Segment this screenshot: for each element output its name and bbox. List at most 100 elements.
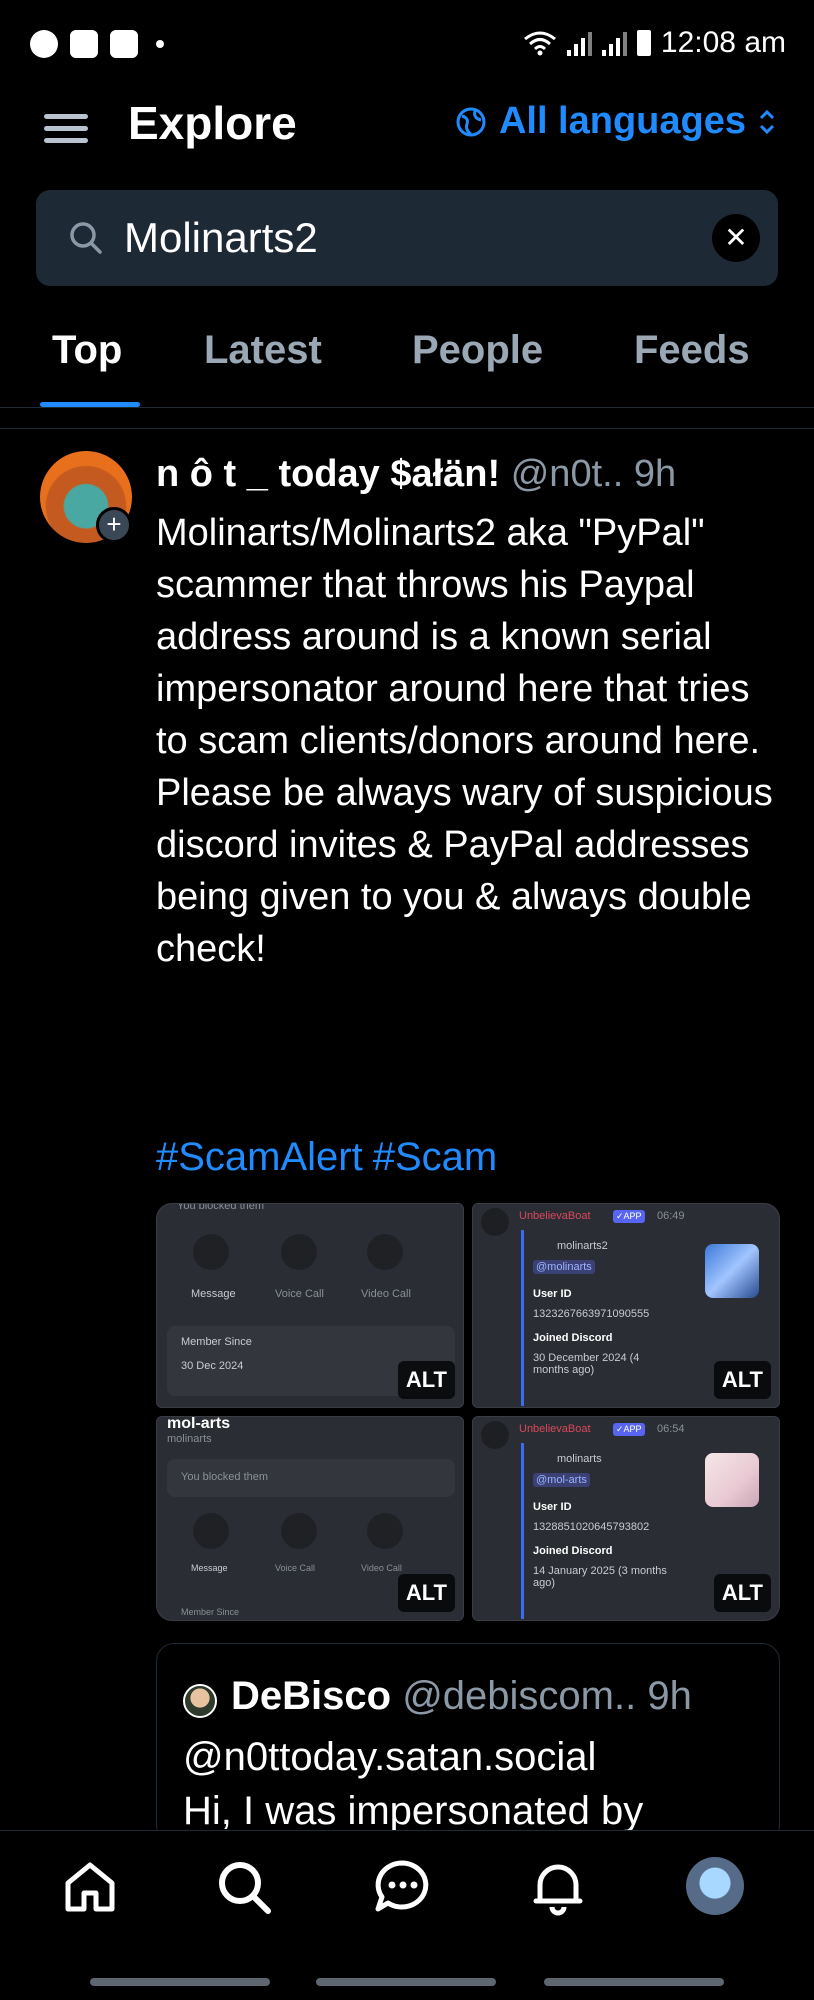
messenger-icon [30, 30, 58, 58]
post-image[interactable]: You blocked them Message Voice Call Vide… [156, 1203, 464, 1408]
dot-icon [156, 40, 164, 48]
tab-bar: Top Latest People Feeds [0, 300, 814, 408]
quoted-post-time: 9h [647, 1674, 692, 1718]
hashtag-link[interactable]: #Scam [373, 1135, 498, 1179]
author-handle[interactable]: @n0t.. [511, 453, 624, 495]
post-hashtags: #ScamAlert #Scam [156, 1135, 507, 1180]
search-icon [219, 1862, 271, 1914]
quoted-author-name: DeBisco [231, 1674, 392, 1718]
chat-button[interactable] [372, 1857, 432, 1917]
image-text: molinarts2 [557, 1240, 608, 1252]
image-text: 30 Dec 2024 [181, 1360, 244, 1372]
home-icon [65, 1862, 115, 1912]
image-grid: You blocked them Message Voice Call Vide… [156, 1203, 780, 1623]
bell-icon [533, 1864, 583, 1916]
search-input[interactable] [124, 208, 684, 268]
search-icon [70, 222, 102, 254]
quoted-post[interactable]: DeBisco @debiscom.. 9h @n0ttoday.satan.s… [156, 1643, 780, 1843]
menu-button[interactable] [42, 104, 90, 152]
image-text: User ID [533, 1288, 572, 1300]
clear-search-button[interactable]: ✕ [712, 214, 760, 262]
search-bar: ✕ [36, 190, 778, 286]
quoted-author-avatar [183, 1684, 217, 1718]
image-text: You blocked them [177, 1203, 265, 1212]
quoted-post-header: DeBisco @debiscom.. 9h [231, 1674, 692, 1719]
image-text: @molinarts [533, 1260, 595, 1274]
gallery-icon [70, 30, 98, 58]
image-text: Message [191, 1563, 228, 1573]
image-text: molinarts [167, 1433, 212, 1445]
image-text: Voice Call [275, 1288, 324, 1300]
language-selector[interactable]: All languages [455, 100, 776, 143]
post-image[interactable]: UnbelievaBoat ✓APP 06:54 molinarts @mol-… [472, 1416, 780, 1621]
post-image[interactable]: UnbelievaBoat ✓APP 06:49 molinarts2 @mol… [472, 1203, 780, 1408]
wifi-icon [523, 31, 556, 56]
quoted-author-handle: @debiscom.. [402, 1674, 637, 1718]
image-text: Video Call [361, 1563, 402, 1573]
language-label: All languages [498, 100, 746, 142]
chevron-up-down-icon [759, 109, 775, 134]
hashtag-link[interactable]: #ScamAlert [156, 1135, 363, 1179]
app-badge: ✓APP [613, 1423, 645, 1436]
signal-icon [601, 30, 627, 56]
video-icon [367, 1234, 403, 1270]
image-text: 06:54 [657, 1423, 685, 1435]
bottom-nav [0, 1830, 814, 1940]
embed-bar [521, 1443, 524, 1619]
active-tab-indicator [40, 402, 140, 407]
notifications-button[interactable] [528, 1857, 588, 1917]
image-text: Member Since [181, 1336, 252, 1348]
follow-plus-icon[interactable]: + [96, 507, 132, 543]
alt-badge[interactable]: ALT [713, 1361, 771, 1399]
app-badge: ✓APP [613, 1210, 645, 1223]
image-text: @mol-arts [533, 1473, 590, 1487]
profile-avatar[interactable] [686, 1857, 744, 1915]
image-text: Video Call [361, 1288, 411, 1300]
image-text: 30 December 2024 (4 months ago) [533, 1352, 640, 1376]
image-text: You blocked them [181, 1471, 269, 1483]
search-button[interactable] [214, 1857, 274, 1917]
gesture-bar [90, 1978, 270, 1986]
notification-icons [30, 30, 164, 58]
signal-icon [566, 30, 592, 56]
home-button[interactable] [60, 1857, 120, 1917]
alt-badge[interactable]: ALT [397, 1574, 455, 1612]
post-image[interactable]: mol-arts molinarts You blocked them Mess… [156, 1416, 464, 1621]
image-text: Voice Call [275, 1563, 316, 1573]
video-icon [367, 1513, 403, 1549]
post[interactable]: + n ô t _ today $ałän! @n0t.. 9h Molinar… [0, 428, 814, 1843]
image-text: 1323267663971090555 [533, 1308, 650, 1320]
page-title: Explore [128, 97, 297, 149]
battery-icon [636, 30, 651, 56]
quoted-post-text: @n0ttoday.satan.social Hi, I was imperso… [183, 1735, 644, 1833]
image-text: User ID [533, 1501, 572, 1513]
top-bar: Explore All languages [0, 90, 814, 180]
image-text: Joined Discord [533, 1545, 613, 1557]
alt-badge[interactable]: ALT [713, 1574, 771, 1612]
profile-picture [705, 1453, 759, 1507]
tab-top[interactable]: Top [52, 328, 122, 373]
author-display-name[interactable]: n ô t _ today $ałän! [156, 453, 500, 495]
bot-avatar [481, 1208, 509, 1236]
image-text: UnbelievaBoat [519, 1423, 591, 1435]
image-text: 1328851020645793802 [533, 1521, 650, 1533]
discord-icon [110, 30, 138, 58]
post-header: n ô t _ today $ałän! @n0t.. 9h [156, 453, 786, 496]
image-text: Message [191, 1288, 236, 1300]
message-icon [193, 1513, 229, 1549]
post-time: 9h [633, 453, 677, 495]
image-text: 14 January 2025 (3 months ago) [533, 1565, 667, 1589]
tab-people[interactable]: People [412, 328, 543, 373]
status-bar: 12:08 am [0, 0, 814, 90]
globe-icon [456, 107, 486, 136]
image-text: 06:49 [657, 1210, 685, 1222]
gesture-bar [544, 1978, 724, 1986]
system-icons: 12:08 am [523, 26, 786, 60]
tab-feeds[interactable]: Feeds [634, 328, 750, 373]
profile-picture [705, 1244, 759, 1298]
message-icon [193, 1234, 229, 1270]
alt-badge[interactable]: ALT [397, 1361, 455, 1399]
tab-latest[interactable]: Latest [204, 328, 322, 373]
gesture-bar [316, 1978, 496, 1986]
image-text: Member Since [181, 1607, 240, 1617]
